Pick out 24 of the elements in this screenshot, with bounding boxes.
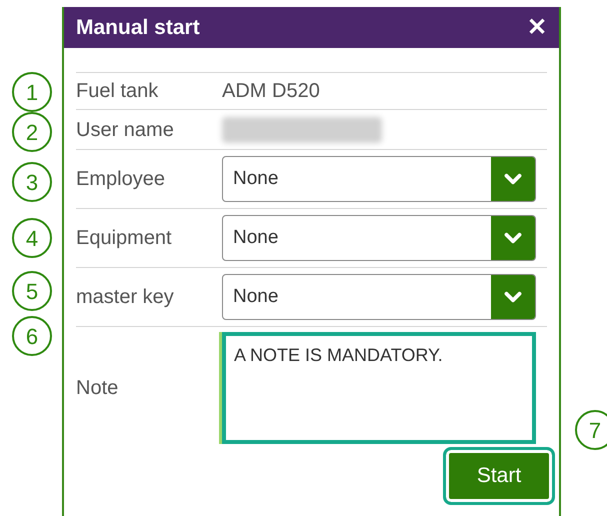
field-label: User name [76, 118, 175, 142]
callout-marker: 1 [12, 72, 52, 112]
callout-marker: 3 [12, 162, 52, 202]
note-field[interactable]: A NOTE IS MANDATORY. [222, 332, 536, 444]
start-button[interactable]: Start [443, 447, 555, 504]
callout-marker: 7 [575, 410, 607, 450]
callout-marker: 4 [12, 218, 52, 258]
callout-marker: 2 [12, 112, 52, 152]
chevron-down-icon [491, 216, 535, 260]
callout-marker: 6 [12, 316, 52, 356]
field-label: Note [76, 376, 120, 401]
close-button[interactable]: ✕ [527, 16, 547, 40]
field-label: Fuel tank [76, 79, 160, 104]
chevron-down-icon [491, 275, 535, 319]
select-field[interactable]: None [222, 156, 536, 202]
field-value: ADM D520 [222, 79, 320, 104]
callout-marker: 5 [12, 271, 52, 311]
select-field[interactable]: None [222, 274, 536, 320]
field-label: Employee [76, 167, 166, 192]
field-label: Equipment [76, 226, 173, 251]
field-label: master key [76, 285, 175, 310]
dialog-title: Manual start [76, 14, 200, 41]
select-field[interactable]: None [222, 215, 536, 261]
chevron-down-icon [491, 157, 535, 201]
